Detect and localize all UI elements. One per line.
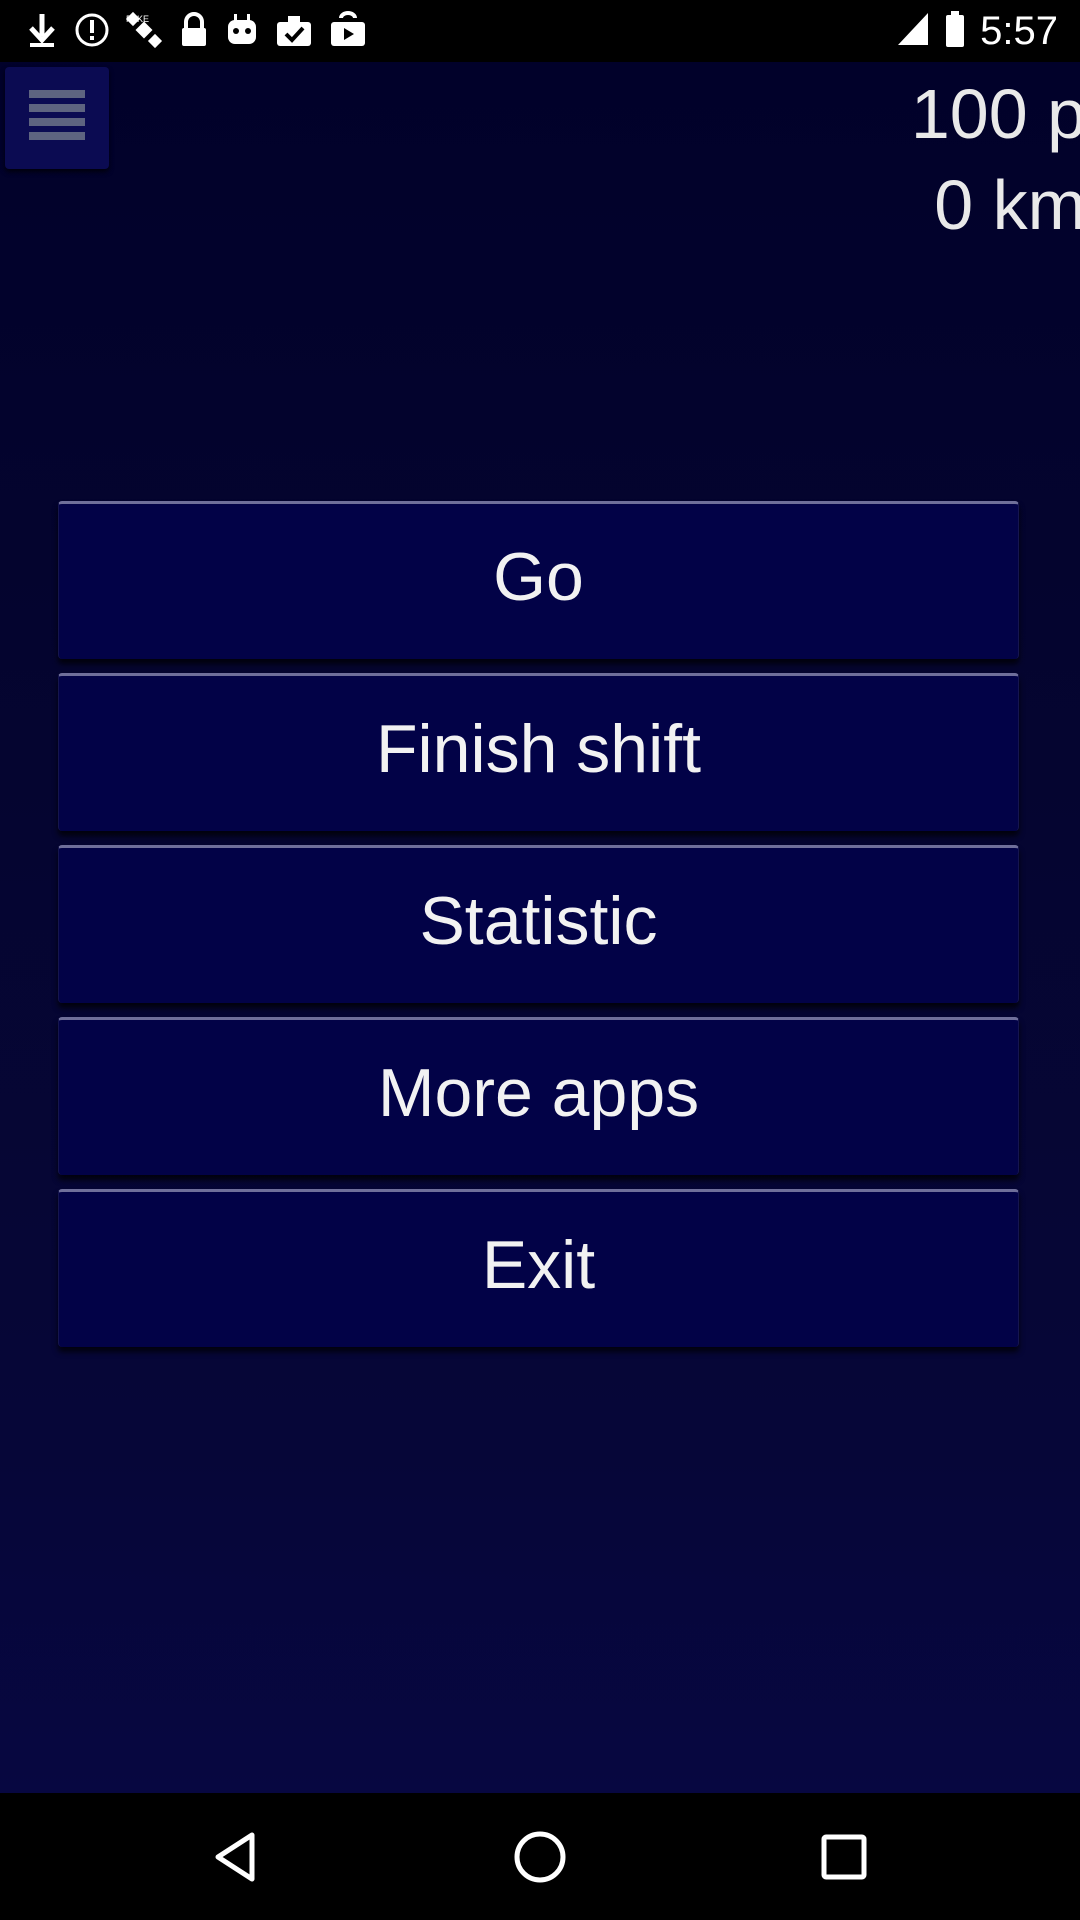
- lock-icon: [178, 10, 210, 50]
- status-right: 5:57: [896, 8, 1058, 54]
- exit-button[interactable]: Exit: [58, 1189, 1019, 1347]
- status-bar: FAKE 5:57: [0, 0, 1080, 62]
- app-content: 100 p 0 km Go Finish shift Statistic Mor…: [0, 62, 1080, 1793]
- screen: FAKE 5:57 100 p 0 km Go Finish shift Sta…: [0, 0, 1080, 1920]
- play-store-icon: [328, 10, 368, 50]
- android-icon: [224, 10, 260, 50]
- hamburger-menu-icon: [27, 86, 87, 151]
- svg-text:FAKE: FAKE: [126, 14, 149, 24]
- clipboard-check-icon: [274, 10, 314, 50]
- download-icon: [24, 10, 60, 50]
- back-button[interactable]: [196, 1819, 276, 1899]
- notification-icons: FAKE: [24, 10, 368, 50]
- battery-icon: [944, 9, 966, 54]
- satellite-icon: FAKE: [124, 10, 164, 50]
- main-menu: Go Finish shift Statistic More apps Exit: [58, 501, 1021, 1361]
- home-circle-icon: [512, 1829, 568, 1890]
- go-button[interactable]: Go: [58, 501, 1019, 659]
- signal-icon: [896, 9, 930, 54]
- recents-square-icon: [816, 1829, 872, 1890]
- points-counter: 100 p: [910, 75, 1080, 153]
- distance-counter: 0 km: [934, 166, 1080, 244]
- home-button[interactable]: [500, 1819, 580, 1899]
- more-apps-button[interactable]: More apps: [58, 1017, 1019, 1175]
- statistic-button[interactable]: Statistic: [58, 845, 1019, 1003]
- back-triangle-icon: [208, 1829, 264, 1890]
- status-clock: 5:57: [980, 9, 1058, 53]
- menu-button[interactable]: [5, 67, 109, 169]
- recents-button[interactable]: [804, 1819, 884, 1899]
- finish-shift-button[interactable]: Finish shift: [58, 673, 1019, 831]
- navigation-bar: [0, 1793, 1080, 1920]
- alert-icon: [74, 10, 110, 50]
